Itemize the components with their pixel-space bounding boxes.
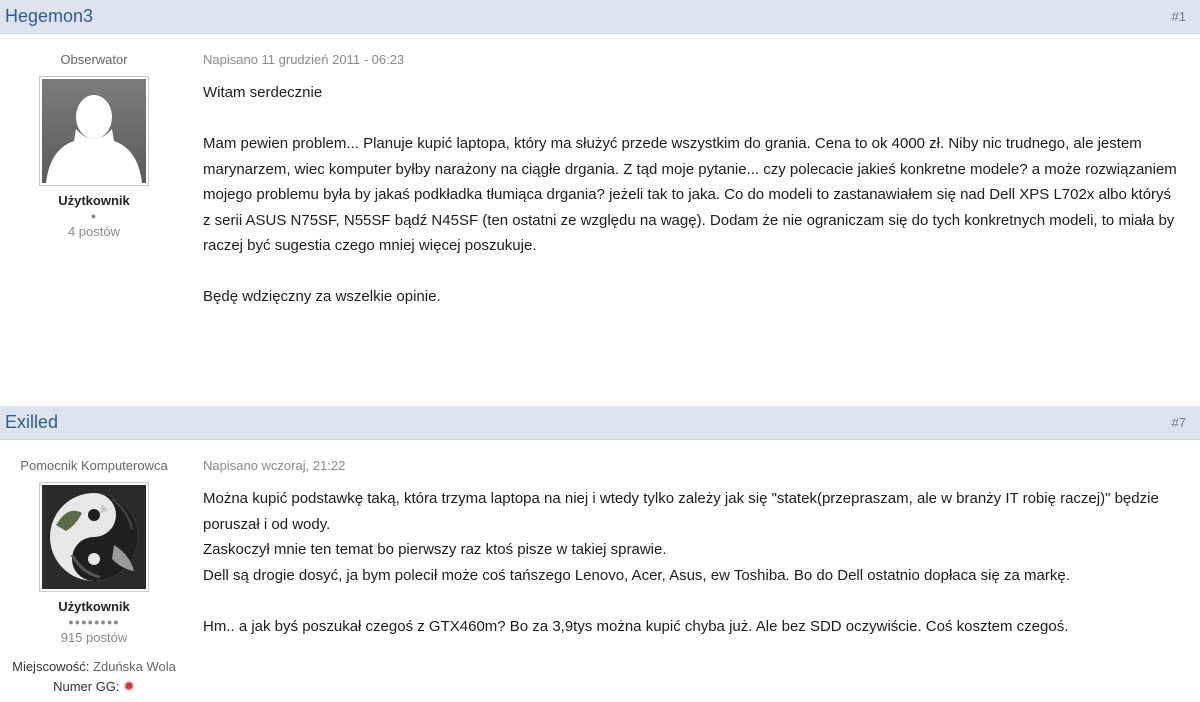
post-text: Witam serdecznie Mam pewien problem... P… (203, 80, 1180, 310)
post-content: Napisano wczoraj, 21:22 Można kupić pods… (188, 440, 1200, 695)
author-link[interactable]: Hegemon3 (5, 6, 93, 27)
post-number-link[interactable]: #1 (1172, 9, 1186, 24)
user-group: Użytkownik (58, 599, 130, 614)
location-label: Miejscowość: (12, 659, 90, 674)
post-date: Napisano wczoraj, 21:22 (203, 458, 346, 473)
user-info: Obserwator Użytkownik ● 4 postów (0, 34, 188, 310)
post-text: Można kupić podstawkę taką, która trzyma… (203, 486, 1180, 639)
post-paragraph: Witam serdecznie (203, 84, 323, 101)
user-info: Pomocnik Komputerowca Użytkownik ●●●●●●●… (0, 440, 188, 695)
user-title: Pomocnik Komputerowca (20, 458, 168, 473)
post-7: Exilled #7 Pomocnik Komputerowca Użytkow… (0, 406, 1200, 702)
post-header: Hegemon3 #1 (0, 0, 1200, 34)
post-line: Zaskoczył mnie ten temat bo pierwszy raz… (203, 541, 667, 558)
rank-pips: ● (90, 211, 98, 221)
post-count: 915 postów (60, 630, 128, 645)
gg-flower-icon[interactable]: ✹ (123, 678, 135, 694)
user-group: Użytkownik (58, 193, 130, 208)
post-line: Dell są drogie dosyć, ja bym polecił moż… (203, 566, 1070, 584)
post-body: Pomocnik Komputerowca Użytkownik ●●●●●●●… (0, 440, 1200, 695)
author-link[interactable]: Exilled (5, 412, 58, 433)
post-1: Hegemon3 #1 Obserwator Użytkownik ● 4 po… (0, 0, 1200, 406)
tiger-dragon-avatar-icon (42, 485, 146, 589)
post-paragraph: Mam pewien problem... Planuje kupić lapt… (203, 135, 1177, 254)
post-body: Obserwator Użytkownik ● 4 postów Napisan… (0, 34, 1200, 310)
post-paragraph: Będę wdzięczny za wszelkie opinie. (203, 288, 441, 305)
post-line: Można kupić podstawkę taką, która trzyma… (203, 490, 1159, 533)
rank-pips: ●●●●●●●● (68, 617, 120, 627)
post-date: Napisano 11 grudzień 2011 - 06:23 (203, 52, 405, 67)
avatar[interactable] (39, 76, 149, 186)
gg-field: Numer GG: ✹ (0, 678, 188, 695)
user-title: Obserwator (60, 52, 128, 67)
post-number-link[interactable]: #7 (1172, 415, 1186, 430)
avatar[interactable] (39, 482, 149, 592)
post-header: Exilled #7 (0, 406, 1200, 440)
location-field: Miejscowość: Zduńska Wola (0, 659, 188, 674)
post-count: 4 postów (67, 224, 121, 239)
post-line: Hm.. a jak byś poszukał czegoś z GTX460m… (203, 617, 1069, 635)
post-content: Napisano 11 grudzień 2011 - 06:23 Witam … (188, 34, 1200, 310)
gg-label: Numer GG: (53, 679, 120, 694)
avatar-silhouette-icon (42, 79, 146, 183)
location-value: Zduńska Wola (93, 659, 176, 674)
